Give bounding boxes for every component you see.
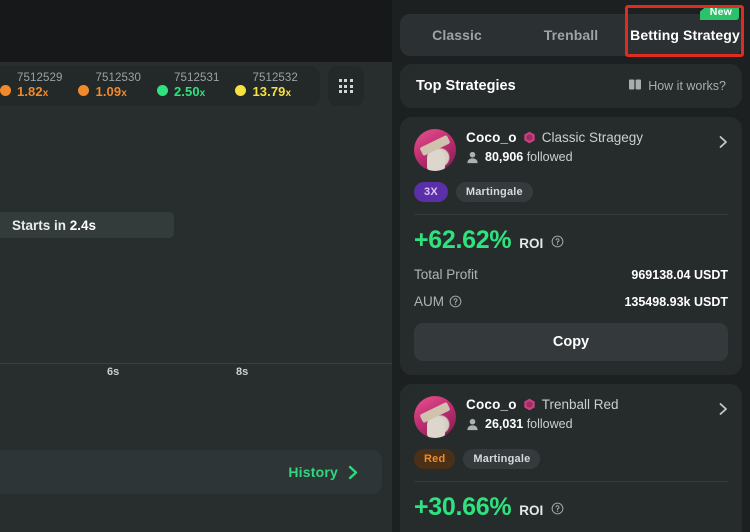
strategy-tags: 3X Martingale (414, 182, 728, 202)
strategy-detail-chevron-right-icon[interactable] (718, 402, 729, 421)
grid-icon (338, 79, 353, 93)
strategy-tags: Red Martingale (414, 449, 728, 469)
total-profit-value: 969138.04 USDT (631, 267, 728, 282)
round-chip-text: 7512529 1.82x (17, 72, 62, 100)
round-countdown-bar: Starts in 2.4s (0, 212, 174, 238)
round-multiplier: 2.50x (173, 84, 206, 100)
strategy-detail-chevron-right-icon[interactable] (718, 135, 729, 154)
strategy-header: Coco_o Trenball Red 26,031 followed (414, 396, 728, 438)
recent-rounds-track[interactable]: 7512529 1.82x 7512530 1.09x 7512531 2.50x 7512… (0, 66, 320, 106)
new-badge: New (699, 5, 739, 20)
tab-trenball[interactable]: Trenball (514, 14, 628, 56)
roi-row: +62.62% ROI (414, 226, 728, 255)
strategy-header: Coco_o Classic Stragegy 80,906 followed (414, 129, 728, 171)
total-profit-row: Total Profit 969138.04 USDT (414, 267, 728, 282)
recent-rounds-bar: 7512529 1.82x 7512530 1.09x 7512531 2.50x 7512… (0, 66, 364, 106)
help-icon (449, 295, 462, 308)
app-screen: 7512529 1.82x 7512530 1.09x 7512531 2.50x 7512… (0, 0, 750, 532)
strategy-meta: Coco_o Classic Stragegy 80,906 followed (466, 129, 728, 164)
game-header-strip (0, 0, 392, 62)
person-icon (467, 151, 478, 163)
tab-betting-strategy[interactable]: Betting Strategy (628, 14, 742, 56)
book-icon (629, 79, 642, 93)
round-multiplier: 13.79x (252, 84, 292, 100)
strategy-card[interactable]: Coco_o Classic Stragegy 80,906 followed 3X M… (400, 117, 742, 375)
strategy-list: Coco_o Classic Stragegy 80,906 followed 3X M… (398, 117, 744, 532)
round-multiplier: 1.09x (95, 84, 127, 100)
avatar (414, 396, 456, 438)
top-strategies-header-card: Top Strategies How it works? (400, 64, 742, 108)
round-chip-text: 7512532 13.79x (252, 72, 297, 100)
chevron-right-icon (347, 465, 360, 480)
avatar (414, 129, 456, 171)
axis-tick-label: 8s (236, 366, 249, 378)
how-it-works-link[interactable]: How it works? (629, 79, 726, 93)
page-title: Top Strategies (416, 78, 516, 94)
strategy-tag: Martingale (455, 182, 533, 202)
help-icon (551, 502, 564, 515)
total-profit-label: Total Profit (414, 267, 478, 282)
strategy-card[interactable]: Coco_o Trenball Red 26,031 followed Red Mart… (400, 384, 742, 532)
axis-tick-label: 6s (107, 366, 120, 378)
hexagon-badge-icon (524, 131, 535, 144)
tab-betting-strategy-wrap: Betting Strategy New (628, 5, 742, 56)
round-color-dot (78, 85, 90, 96)
roi-value: +30.66% (414, 493, 512, 521)
round-multiplier: 1.82x (17, 84, 49, 100)
help-icon (551, 235, 564, 248)
strategy-name-row: Coco_o Classic Stragegy (466, 130, 728, 145)
person-icon (467, 418, 478, 430)
multiplier-suffix: x (121, 88, 127, 100)
round-chip-text: 7512530 1.09x (95, 72, 140, 100)
followers-text: 26,031 followed (485, 417, 573, 431)
followers-row: 80,906 followed (466, 150, 728, 164)
round-chip[interactable]: 7512529 1.82x (0, 66, 74, 106)
countdown-label: Starts in 2.4s (12, 217, 97, 233)
aum-label: AUM (414, 294, 462, 309)
followers-row: 26,031 followed (466, 417, 728, 431)
aum-value: 135498.93k USDT (624, 294, 728, 309)
multiplier-suffix: x (42, 88, 49, 100)
roi-row: +30.66% ROI (414, 493, 728, 522)
game-panel: 7512529 1.82x 7512530 1.09x 7512531 2.50x 7512… (0, 0, 392, 532)
round-chip[interactable]: 7512530 1.09x (74, 66, 152, 106)
roi-label: ROI (519, 236, 544, 251)
strategy-username: Coco_o (466, 130, 517, 145)
how-it-works-label: How it works? (648, 79, 726, 93)
strategy-tag: Red (414, 449, 456, 469)
panel-header: Top Strategies How it works? (400, 64, 742, 108)
aum-row: AUM 135498.93k USDT (414, 294, 728, 309)
strategy-kind: Trenball Red (541, 397, 619, 412)
strategy-tag: Martingale (463, 449, 541, 469)
round-color-dot (156, 85, 168, 96)
strategy-meta: Coco_o Trenball Red 26,031 followed (466, 396, 728, 431)
tab-classic-wrap: Classic (400, 14, 514, 56)
copy-button[interactable]: Copy (414, 323, 728, 361)
tab-bar: Classic Trenball Betting Strategy New (400, 5, 742, 56)
hexagon-badge-icon (524, 398, 535, 411)
card-divider (414, 481, 728, 482)
chart-axis-line (0, 363, 392, 364)
history-label: History (288, 464, 338, 480)
card-divider (414, 214, 728, 215)
tab-classic[interactable]: Classic (400, 14, 514, 56)
history-button[interactable]: History (0, 450, 382, 494)
round-color-dot (235, 85, 247, 96)
strategy-name-row: Coco_o Trenball Red (466, 397, 728, 412)
round-color-dot (0, 85, 11, 96)
round-chip[interactable]: 7512532 13.79x (231, 66, 309, 106)
grid-view-button[interactable] (327, 66, 364, 106)
followers-text: 80,906 followed (485, 150, 573, 164)
roi-value: +62.62% (414, 226, 512, 254)
strategy-tag: 3X (414, 182, 448, 202)
strategy-username: Coco_o (466, 397, 517, 412)
strategy-panel: Classic Trenball Betting Strategy New Top S… (392, 0, 750, 532)
round-chip[interactable]: 7512531 2.50x (153, 66, 231, 106)
strategy-kind: Classic Stragegy (541, 130, 644, 145)
tab-trenball-wrap: Trenball (514, 14, 628, 56)
multiplier-suffix: x (285, 88, 292, 100)
round-chip-text: 7512531 2.50x (174, 72, 219, 100)
roi-label: ROI (519, 503, 544, 518)
multiplier-suffix: x (199, 88, 206, 100)
